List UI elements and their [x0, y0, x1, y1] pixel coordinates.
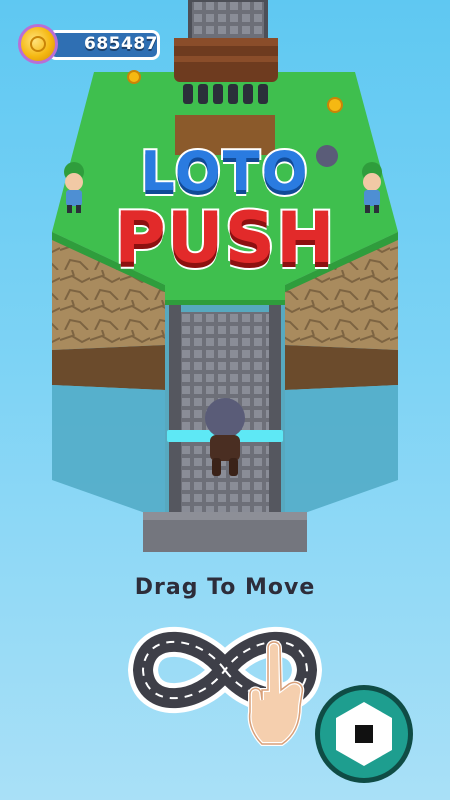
guard-left: [64, 162, 84, 213]
coin-counter: 685487: [18, 24, 160, 64]
coin-icon: [18, 24, 58, 64]
field-coin: [127, 70, 141, 84]
game-logo: LOTO PUSH: [95, 140, 355, 290]
game-scene[interactable]: [0, 0, 450, 800]
instruction-text: Drag To Move: [134, 575, 316, 600]
logo-line-bottom: PUSH: [112, 197, 336, 279]
coin-count: 685487: [84, 34, 158, 54]
cliff-right-water: [285, 385, 398, 520]
cliff-left-water: [52, 385, 165, 520]
cliff-left-dirt: [52, 345, 165, 390]
cliff-right-dirt: [285, 345, 398, 390]
logo-line-top: LOTO: [138, 140, 310, 203]
stop-square: [355, 725, 373, 743]
guard-right: [362, 162, 382, 213]
record-button[interactable]: [314, 684, 414, 784]
field-coin: [327, 97, 343, 113]
barrel-stack: [174, 38, 278, 82]
